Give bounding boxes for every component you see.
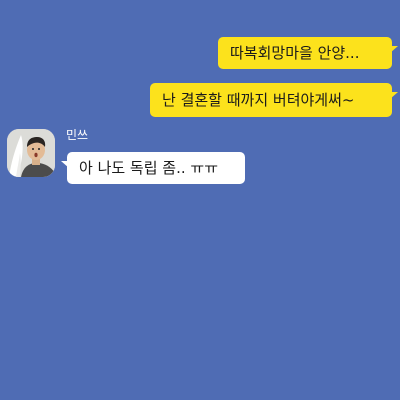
other-message-bubble[interactable]: 아 나도 독립 좀.. ㅠㅠ: [61, 152, 245, 184]
my-message-bubble[interactable]: 난 결혼할 때까지 버텨야게써~: [150, 83, 398, 117]
avatar[interactable]: [7, 129, 55, 177]
sender-name: 민쓰: [66, 128, 89, 142]
message-text: 따복회망마을 안양...: [230, 43, 360, 62]
message-text: 난 결혼할 때까지 버텨야게써~: [162, 90, 355, 109]
my-message-bubble[interactable]: 따복회망마을 안양...: [218, 37, 398, 69]
chat-area: 따복회망마을 안양... 난 결혼할 때까지 버텨야게써~ 민쓰 아 나도 독립…: [0, 0, 400, 400]
message-text: 아 나도 독립 좀.. ㅠㅠ: [79, 158, 219, 177]
profile-photo-icon: [7, 129, 55, 177]
